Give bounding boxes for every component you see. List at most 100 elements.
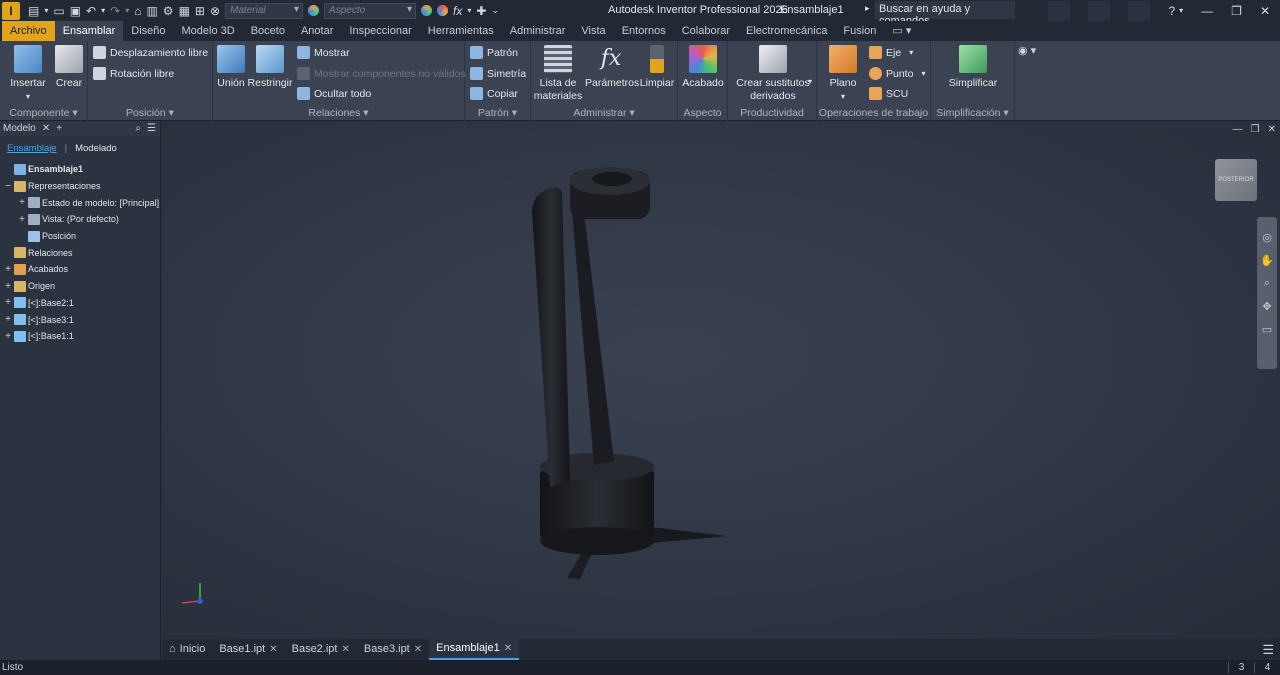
appearance-adjust-icon[interactable] bbox=[421, 5, 433, 16]
eje-button[interactable]: Eje ▾ bbox=[869, 46, 913, 59]
expand-icon[interactable]: + bbox=[16, 214, 28, 225]
aspect-select[interactable]: Aspecto bbox=[324, 2, 417, 19]
simplificar-button[interactable]: Simplificar bbox=[937, 45, 1009, 90]
undo-dropdown-icon[interactable]: ▾ bbox=[101, 6, 105, 15]
panel-label-componente[interactable]: Componente ▾ bbox=[0, 107, 87, 119]
tree-item[interactable]: + [<]:Base2:1 bbox=[2, 295, 160, 312]
collapse-icon[interactable]: − bbox=[2, 181, 14, 192]
expand-icon[interactable]: + bbox=[2, 264, 14, 275]
mostrar-no-validos-button[interactable]: Mostrar componentes no válidos bbox=[297, 67, 466, 80]
tab-administrar[interactable]: Administrar bbox=[502, 21, 574, 41]
home-icon[interactable]: ⌂ bbox=[134, 4, 141, 18]
rotacion-libre-button[interactable]: Rotación libre bbox=[93, 67, 174, 80]
plus-icon[interactable]: ✚ bbox=[476, 4, 486, 18]
copiar-button[interactable]: Copiar bbox=[470, 87, 518, 100]
acabado-button[interactable]: Acabado bbox=[680, 45, 726, 90]
ribbon-display-toggle[interactable]: ▭ ▾ bbox=[884, 21, 919, 41]
subtab-ensamblaje[interactable]: Ensamblaje bbox=[7, 143, 57, 154]
panel-label-administrar[interactable]: Administrar ▾ bbox=[531, 107, 677, 119]
viewcube[interactable]: POSTERIOR bbox=[1215, 159, 1257, 201]
new-file-icon[interactable]: ▤ bbox=[28, 4, 39, 18]
desplazamiento-libre-button[interactable]: Desplazamiento libre bbox=[93, 46, 208, 59]
ribbon-options-icon[interactable]: ◉ ▾ bbox=[1018, 44, 1036, 57]
select-icon[interactable]: ▦ bbox=[179, 4, 190, 18]
panel-label-patron[interactable]: Patrón ▾ bbox=[465, 107, 530, 119]
close-icon[interactable]: ✕ bbox=[1260, 4, 1270, 18]
print-icon[interactable]: ▥ bbox=[146, 4, 157, 18]
mostrar-button[interactable]: Mostrar bbox=[297, 46, 350, 59]
subtab-modelado[interactable]: Modelado bbox=[75, 143, 117, 154]
restore-icon[interactable]: ❐ bbox=[1231, 4, 1242, 18]
ocultar-todo-button[interactable]: Ocultar todo bbox=[297, 87, 371, 100]
redo-dropdown-icon[interactable]: ▾ bbox=[125, 6, 129, 15]
close-view-icon[interactable]: ✕ bbox=[1268, 124, 1276, 135]
tabs-menu-icon[interactable]: ☰ bbox=[1262, 642, 1280, 658]
tab-vista[interactable]: Vista bbox=[573, 21, 613, 41]
measure-icon[interactable]: ⊞ bbox=[195, 4, 205, 18]
expand-icon[interactable]: + bbox=[2, 331, 14, 342]
tree-item[interactable]: + [<]:Base3:1 bbox=[2, 311, 160, 328]
doc-tab[interactable]: Base3.ipt ✕ bbox=[357, 639, 429, 660]
redo-icon[interactable]: ↷ bbox=[110, 4, 120, 18]
tab-anotar[interactable]: Anotar bbox=[293, 21, 341, 41]
inventor-logo-icon[interactable]: I bbox=[2, 1, 20, 20]
lista-materiales-button[interactable]: Lista de materiales bbox=[533, 45, 583, 103]
browser-title[interactable]: Modelo bbox=[3, 123, 36, 134]
help-dropdown-icon[interactable]: ▾ bbox=[1179, 6, 1183, 15]
undo-icon[interactable]: ↶ bbox=[86, 4, 96, 18]
graphics-viewport[interactable]: — ❐ ✕ POSTERIOR ◎ ✋ ⌕ ✥ ▭ bbox=[162, 121, 1280, 639]
close-tab-icon[interactable]: ✕ bbox=[504, 638, 512, 659]
tab-colaborar[interactable]: Colaborar bbox=[674, 21, 738, 41]
panel-label-simplificacion[interactable]: Simplificación ▾ bbox=[931, 107, 1014, 119]
tree-item[interactable]: − Representaciones bbox=[2, 178, 160, 195]
expand-icon[interactable]: + bbox=[2, 281, 14, 292]
fx-parameters-icon[interactable]: fx bbox=[453, 4, 462, 18]
patron-button[interactable]: Patrón bbox=[470, 46, 518, 59]
sustitutos-dropdown-icon[interactable]: ▾ bbox=[808, 77, 812, 86]
tree-item[interactable]: + Acabados bbox=[2, 261, 160, 278]
punto-button[interactable]: Punto ▾ bbox=[869, 67, 925, 80]
crear-sustitutos-button[interactable]: Crear sustitutos derivados bbox=[732, 45, 814, 103]
app-store-area[interactable] bbox=[1088, 0, 1111, 21]
minimize-icon[interactable]: — bbox=[1201, 4, 1213, 18]
save-icon[interactable]: ▣ bbox=[70, 4, 81, 18]
help-search-input[interactable]: Buscar en ayuda y comandos... bbox=[875, 1, 1015, 27]
exchange-area[interactable] bbox=[1128, 0, 1151, 21]
close-browser-icon[interactable]: ✕ bbox=[42, 123, 50, 134]
close-tab-icon[interactable]: ✕ bbox=[269, 639, 277, 660]
expand-icon[interactable]: + bbox=[16, 197, 28, 208]
tree-item[interactable]: Posición bbox=[2, 228, 160, 245]
restore-view-icon[interactable]: ❐ bbox=[1251, 124, 1260, 135]
tree-item[interactable]: Ensamblaje1 bbox=[2, 161, 160, 178]
tab-boceto[interactable]: Boceto bbox=[243, 21, 293, 41]
tree-item[interactable]: + Vista: (Por defecto) bbox=[2, 211, 160, 228]
close-tab-icon[interactable]: ✕ bbox=[414, 639, 422, 660]
tree-item[interactable]: Relaciones bbox=[2, 244, 160, 261]
tab-fusion[interactable]: Fusion bbox=[835, 21, 884, 41]
zoom-icon[interactable]: ⌕ bbox=[1264, 277, 1270, 290]
tab-diseno[interactable]: Diseño bbox=[123, 21, 173, 41]
aspect-color-icon[interactable] bbox=[308, 5, 320, 16]
minimize-view-icon[interactable]: — bbox=[1233, 124, 1243, 135]
panel-label-relaciones[interactable]: Relaciones ▾ bbox=[213, 107, 464, 119]
tree-item[interactable]: + Origen bbox=[2, 278, 160, 295]
doc-tab[interactable]: Base1.ipt ✕ bbox=[212, 639, 284, 660]
menu-icon[interactable]: ☰ bbox=[147, 123, 156, 134]
dropdown-icon[interactable]: ▾ bbox=[44, 6, 48, 15]
tab-archivo[interactable]: Archivo bbox=[2, 21, 55, 41]
material-select[interactable]: Material bbox=[225, 2, 304, 19]
doc-tab[interactable]: Ensamblaje1 ✕ bbox=[429, 638, 520, 660]
tab-herramientas[interactable]: Herramientas bbox=[420, 21, 502, 41]
search-icon[interactable]: ⌕ bbox=[135, 123, 141, 134]
open-folder-icon[interactable]: ▭ bbox=[53, 4, 64, 18]
assembly-3d-model[interactable] bbox=[462, 151, 762, 591]
expand-icon[interactable]: + bbox=[2, 314, 14, 325]
update-icon[interactable]: ⚙ bbox=[163, 4, 174, 18]
parametros-button[interactable]: fx Parámetros bbox=[585, 45, 639, 90]
expand-icon[interactable]: + bbox=[2, 297, 14, 308]
tree-item[interactable]: + [<]:Base1:1 bbox=[2, 328, 160, 345]
insertar-button[interactable]: Insertar ▾ bbox=[8, 45, 48, 103]
union-button[interactable]: Unión bbox=[215, 45, 247, 90]
pan-icon[interactable]: ✋ bbox=[1260, 254, 1274, 267]
signin-area[interactable] bbox=[1048, 0, 1071, 21]
